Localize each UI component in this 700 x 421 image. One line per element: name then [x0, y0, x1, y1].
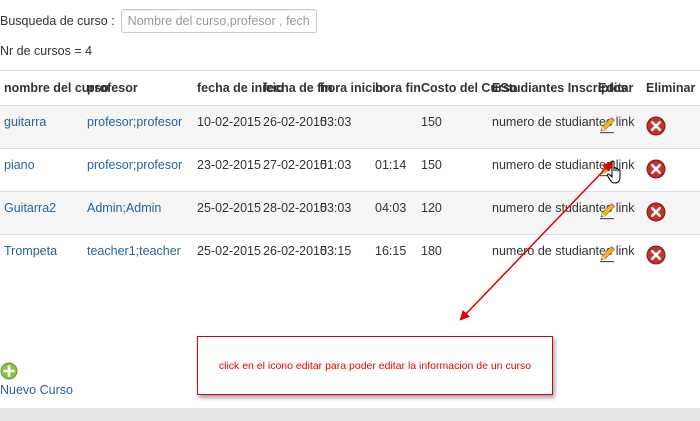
start-time: 01:03 — [316, 148, 371, 192]
pencil-icon[interactable] — [598, 202, 616, 220]
teacher-link[interactable]: teacher1;teacher — [87, 244, 181, 258]
students-link[interactable]: numero de studiantes link — [488, 105, 634, 149]
end-time: 16:15 — [371, 234, 417, 278]
students-link[interactable]: numero de studiantes link — [488, 148, 634, 192]
header-editar: Editar — [594, 70, 642, 106]
pencil-icon[interactable] — [598, 245, 616, 263]
start-time: 03:03 — [316, 105, 371, 149]
teacher-link[interactable]: profesor;profesor — [87, 115, 182, 129]
start-date: 10-02-2015 — [193, 105, 261, 149]
students-link[interactable]: numero de studiantes link — [488, 234, 634, 278]
header-fecha-fin[interactable]: fecha de fin — [259, 70, 332, 106]
table-header-row: nombre del curso profesor fecha de inici… — [0, 70, 700, 106]
course-name-link[interactable]: Guitarra2 — [4, 201, 56, 215]
header-estudiantes[interactable]: EStudiantes Inscriptos — [488, 70, 627, 106]
delete-icon[interactable] — [646, 159, 666, 179]
annotation-callout: click en el icono editar para poder edit… — [197, 336, 553, 395]
end-time — [371, 105, 417, 149]
callout-text: click en el icono editar para poder edit… — [218, 359, 532, 372]
course-name-link[interactable]: piano — [4, 158, 35, 172]
header-costo[interactable]: Costo del Curso — [417, 70, 518, 106]
table-row: piano profesor;profesor 23-02-2015 27-02… — [0, 148, 700, 192]
start-date: 23-02-2015 — [193, 148, 261, 192]
course-name-link[interactable]: guitarra — [4, 115, 46, 129]
delete-icon[interactable] — [646, 116, 666, 136]
students-link[interactable]: numero de studiantes link — [488, 191, 634, 235]
header-profesor[interactable]: profesor — [83, 70, 193, 106]
start-time: 03:03 — [316, 191, 371, 235]
plus-circle-icon[interactable] — [0, 362, 18, 380]
end-date: 27-02-2015 — [259, 148, 327, 192]
end-time: 04:03 — [371, 191, 417, 235]
header-hora-fin[interactable]: hora fin — [371, 70, 421, 106]
table-row: Guitarra2 Admin;Admin 25-02-2015 28-02-2… — [0, 191, 700, 235]
add-course-label[interactable]: Nuevo Curso — [0, 383, 73, 397]
pencil-icon[interactable] — [598, 116, 616, 134]
search-label: Busqueda de curso : — [0, 14, 115, 28]
delete-icon[interactable] — [646, 202, 666, 222]
course-cost: 180 — [417, 234, 488, 278]
search-row: Busqueda de curso : — [0, 8, 317, 34]
end-time: 01:14 — [371, 148, 417, 192]
search-input[interactable] — [120, 9, 317, 33]
header-fecha-inicio[interactable]: fecha de inicio — [193, 70, 284, 106]
start-date: 25-02-2015 — [193, 234, 261, 278]
course-cost: 150 — [417, 148, 488, 192]
course-cost: 120 — [417, 191, 488, 235]
header-eliminar: Eliminar — [642, 70, 700, 106]
header-hora-inicio[interactable]: hora inicio — [316, 70, 383, 106]
course-count: Nr de cursos = 4 — [0, 44, 93, 58]
teacher-link[interactable]: Admin;Admin — [87, 201, 161, 215]
start-time: 03:15 — [316, 234, 371, 278]
header-nombre[interactable]: nombre del curso — [0, 70, 109, 106]
course-name-link[interactable]: Trompeta — [4, 244, 57, 258]
table-row: Trompeta teacher1;teacher 25-02-2015 26-… — [0, 234, 700, 278]
course-cost: 150 — [417, 105, 488, 149]
courses-table: nombre del curso profesor fecha de inici… — [0, 70, 700, 278]
hand-cursor-icon — [606, 160, 626, 186]
table-row: guitarra profesor;profesor 10-02-2015 26… — [0, 105, 700, 149]
start-date: 25-02-2015 — [193, 191, 261, 235]
end-date: 26-02-2015 — [259, 105, 327, 149]
footer-bar — [0, 408, 700, 421]
end-date: 26-02-2015 — [259, 234, 327, 278]
end-date: 28-02-2015 — [259, 191, 327, 235]
delete-icon[interactable] — [646, 245, 666, 265]
teacher-link[interactable]: profesor;profesor — [87, 158, 182, 172]
